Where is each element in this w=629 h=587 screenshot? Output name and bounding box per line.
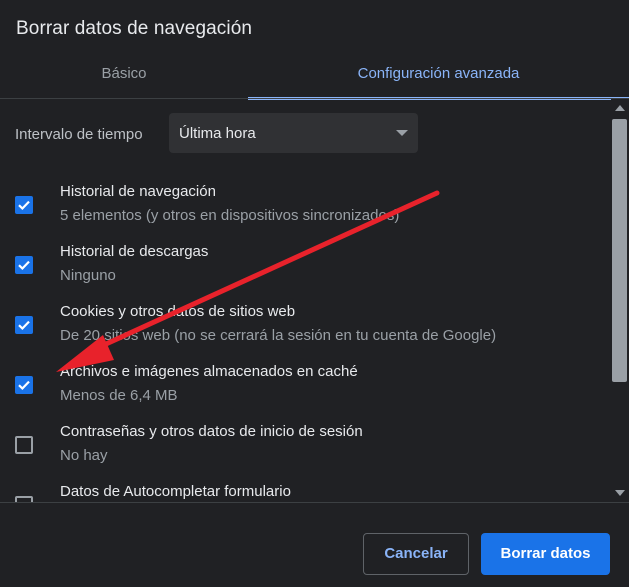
clear-data-button[interactable]: Borrar datos [481,533,610,575]
checkmark-icon [18,380,30,391]
checkmark-icon [18,320,30,331]
item-title: Historial de navegación [60,183,216,200]
checkbox-cache[interactable] [15,376,33,394]
item-download-history: Historial de descargas Ninguno [0,243,600,303]
item-title: Historial de descargas [60,243,209,260]
item-title: Cookies y otros datos de sitios web [60,303,296,320]
item-title: Datos de Autocompletar formulario [60,483,291,500]
scrollbar[interactable] [611,99,629,502]
item-browsing-history: Historial de navegación 5 elementos (y o… [0,183,600,243]
item-desc: Ninguno [60,267,116,284]
cancel-button[interactable]: Cancelar [363,533,469,575]
checkbox-cookies[interactable] [15,316,33,334]
dropdown-caret-icon [396,130,408,136]
tab-advanced[interactable]: Configuración avanzada [248,52,629,100]
item-cookies: Cookies y otros datos de sitios web De 2… [0,303,600,363]
scroll-up-arrow-icon[interactable] [615,105,625,111]
footer-divider [0,502,629,503]
dialog-title: Borrar datos de navegación [16,18,253,39]
item-desc: Menos de 6,4 MB [60,387,178,404]
settings-content: Intervalo de tiempo Última hora Historia… [0,99,629,502]
time-range-select[interactable]: Última hora [169,113,418,153]
time-range-value: Última hora [179,125,256,142]
scroll-down-arrow-icon[interactable] [615,490,625,496]
tab-basic[interactable]: Básico [0,52,248,98]
checkbox-passwords[interactable] [15,436,33,454]
item-passwords: Contraseñas y otros datos de inicio de s… [0,423,600,483]
checkmark-icon [18,260,30,271]
item-cache: Archivos e imágenes almacenados en caché… [0,363,600,423]
time-range-label: Intervalo de tiempo [15,126,143,143]
time-range-row: Intervalo de tiempo Última hora [15,113,435,155]
tab-bar: Básico Configuración avanzada [0,52,629,100]
checkbox-download-history[interactable] [15,256,33,274]
checkmark-icon [18,200,30,211]
item-desc: De 20 sitios web (no se cerrará la sesió… [60,327,497,344]
item-desc: 5 elementos (y otros en dispositivos sin… [60,207,400,224]
item-title: Archivos e imágenes almacenados en caché [60,363,358,380]
item-desc: No hay [60,447,108,464]
checkbox-browsing-history[interactable] [15,196,33,214]
item-autofill: Datos de Autocompletar formulario [0,483,600,502]
item-title: Contraseñas y otros datos de inicio de s… [60,423,363,440]
scrollbar-thumb[interactable] [612,119,627,382]
